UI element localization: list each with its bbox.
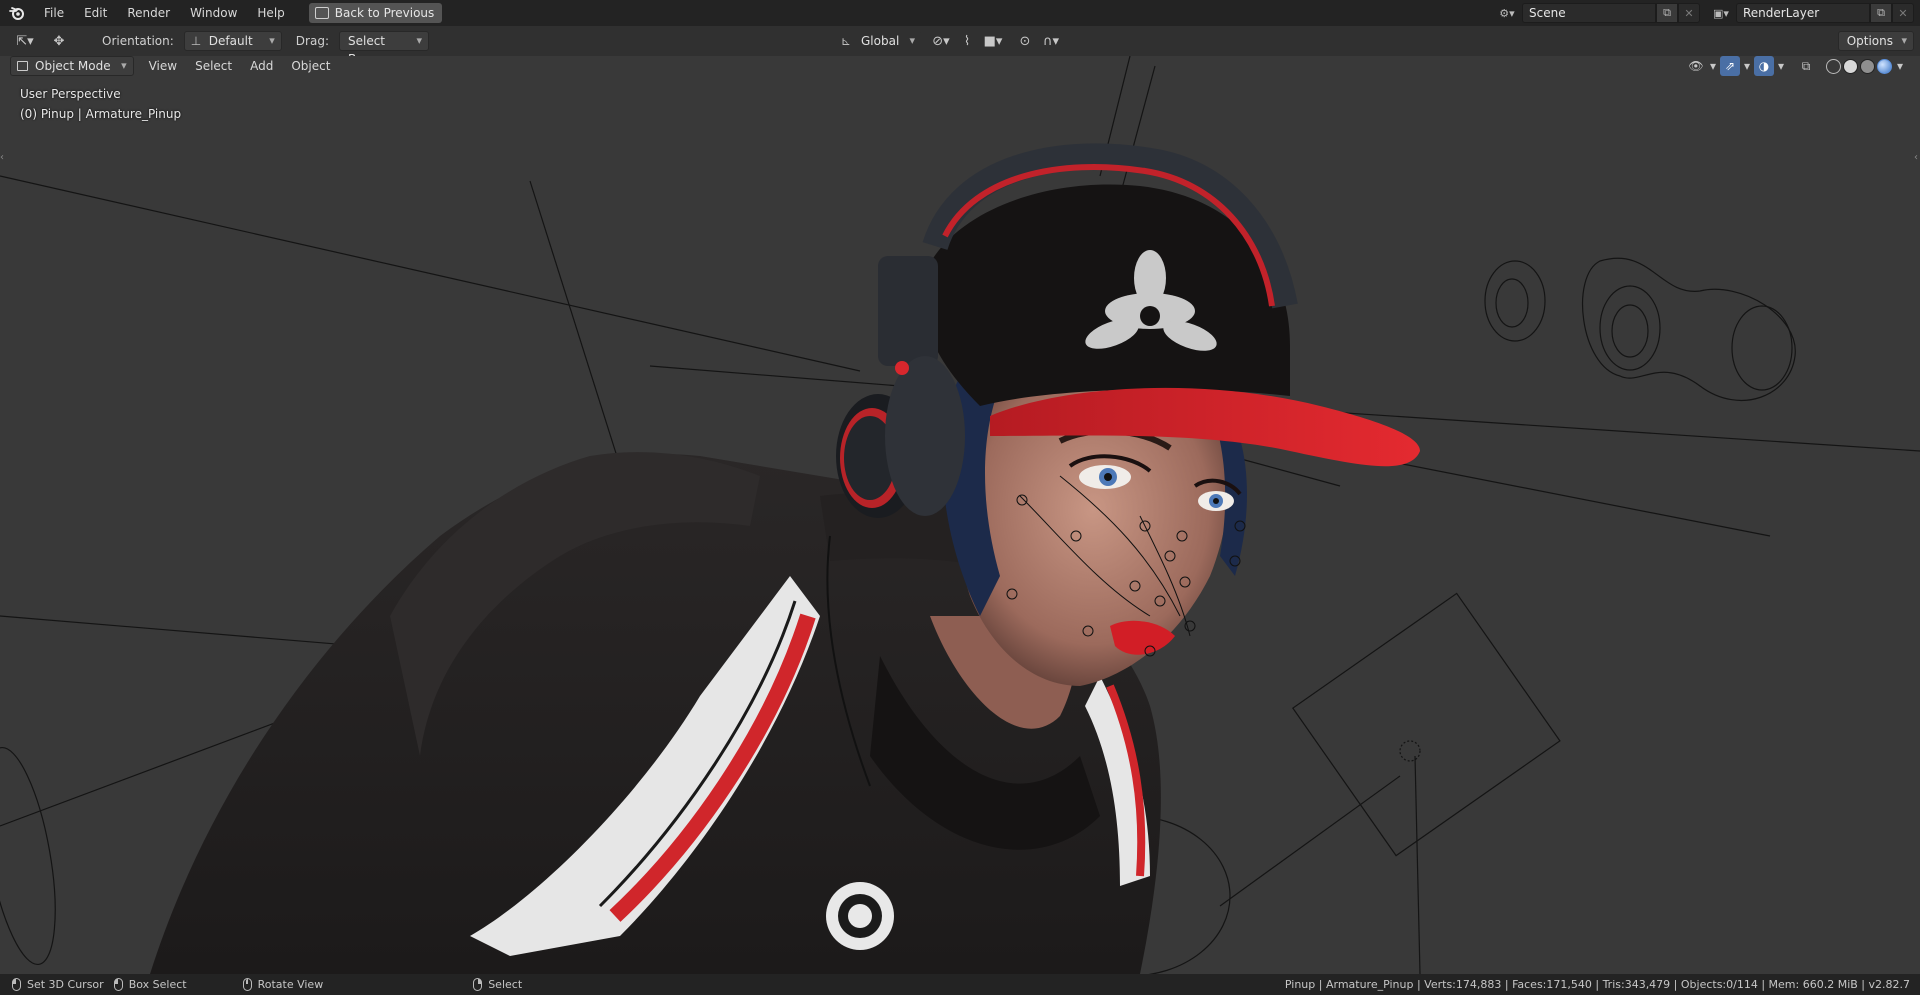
- menu-window[interactable]: Window: [180, 0, 247, 26]
- object-mode-icon: [17, 61, 28, 71]
- object-mode-value: Object Mode: [35, 59, 111, 73]
- falloff-icon[interactable]: ∩▾: [1038, 31, 1064, 51]
- transform-orientation-dropdown[interactable]: ⊾ Global: [836, 31, 922, 51]
- toolbar-expand-icon[interactable]: ‹: [0, 152, 4, 163]
- visibility-eye-icon[interactable]: 👁: [1686, 56, 1706, 76]
- viewport-display-controls: 👁 ▾ ⇗ ▾ ◑ ▾ ⧉ ▾: [1686, 56, 1906, 76]
- menu-edit[interactable]: Edit: [74, 0, 117, 26]
- render-layer-icon[interactable]: ▣▾: [1706, 3, 1736, 23]
- drag-dropdown[interactable]: Select Box: [338, 31, 429, 66]
- move-tool-icon[interactable]: ✥: [46, 31, 72, 51]
- shading-dropdown-icon[interactable]: ▾: [1894, 56, 1906, 76]
- back-to-previous-label: Back to Previous: [334, 6, 435, 20]
- gizmo-toggle-icon[interactable]: ⇗: [1720, 56, 1740, 76]
- orientation-value: Default: [208, 34, 253, 48]
- viewport-menu-view[interactable]: View: [140, 56, 186, 76]
- mouse-middle-icon: [242, 978, 252, 991]
- status-right-click: Select: [323, 978, 522, 991]
- global-axis-icon: ⊾: [841, 34, 852, 48]
- pivot-point-icon[interactable]: ⊘▾: [928, 31, 954, 51]
- tool-settings-header: ⇱▾ ✥ Orientation: ⊥ Default Drag: Select…: [0, 26, 1920, 66]
- scene-selector: ⚙▾ Scene ⧉ ✕: [1492, 3, 1700, 23]
- wireframe-shading-icon[interactable]: [1826, 58, 1841, 74]
- render-layer-name-field[interactable]: RenderLayer: [1736, 3, 1870, 23]
- drag-label: Drag:: [295, 34, 329, 48]
- menu-file[interactable]: File: [34, 0, 74, 26]
- mouse-drag-icon: [113, 978, 123, 991]
- orientation-label: Orientation:: [102, 34, 174, 48]
- object-mode-dropdown[interactable]: Object Mode: [10, 56, 134, 76]
- back-to-previous-button[interactable]: Back to Previous: [308, 3, 443, 23]
- screen-icon: [314, 7, 329, 19]
- status-drag: Box Select: [104, 978, 187, 991]
- character-cap: [920, 143, 1420, 467]
- solid-shading-icon[interactable]: [1843, 58, 1858, 74]
- mouse-left-icon: [12, 978, 21, 991]
- shading-mode-group: [1826, 58, 1892, 74]
- overlays-dropdown-icon[interactable]: ▾: [1776, 56, 1786, 76]
- orientation-dropdown[interactable]: ⊥ Default: [183, 31, 282, 51]
- 3d-viewport[interactable]: User Perspective (0) Pinup | Armature_Pi…: [0, 56, 1920, 974]
- viewport-menu-object[interactable]: Object: [282, 56, 339, 76]
- rendered-shading-icon[interactable]: [1877, 58, 1892, 74]
- mouse-right-icon: [473, 978, 483, 991]
- viewport-menu-add[interactable]: Add: [241, 56, 282, 76]
- top-menubar: File Edit Render Window Help Back to Pre…: [0, 0, 1920, 26]
- delete-scene-icon[interactable]: ✕: [1678, 3, 1700, 23]
- delete-render-layer-icon[interactable]: ✕: [1892, 3, 1914, 23]
- viewport-menu-select[interactable]: Select: [186, 56, 241, 76]
- status-middle-label: Rotate View: [257, 978, 324, 991]
- sidebar-expand-icon[interactable]: ‹: [1914, 152, 1918, 163]
- new-render-layer-icon[interactable]: ⧉: [1870, 3, 1892, 23]
- gizmo-dropdown-icon[interactable]: ▾: [1742, 56, 1752, 76]
- orientation-axis-icon: ⊥: [190, 34, 202, 48]
- menu-help[interactable]: Help: [247, 0, 294, 26]
- workspace-selectors: ⚙▾ Scene ⧉ ✕ ▣▾ RenderLayer ⧉ ✕: [1492, 0, 1920, 26]
- scene-name-field[interactable]: Scene: [1522, 3, 1656, 23]
- status-middle: Rotate View: [187, 978, 324, 991]
- status-bar: Set 3D Cursor Box Select Rotate View Sel…: [0, 974, 1920, 995]
- status-right-click-label: Select: [488, 978, 523, 991]
- proportional-edit-icon[interactable]: ⊙: [1012, 31, 1038, 51]
- transform-orientation-value: Global: [861, 34, 900, 48]
- active-object-label: (0) Pinup | Armature_Pinup: [20, 107, 182, 121]
- status-left-click: Set 3D Cursor: [0, 978, 104, 991]
- overlays-toggle-icon[interactable]: ◑: [1754, 56, 1774, 76]
- material-shading-icon[interactable]: [1860, 58, 1875, 74]
- status-drag-label: Box Select: [128, 978, 187, 991]
- options-dropdown[interactable]: Options: [1837, 31, 1914, 51]
- render-layer-selector: ▣▾ RenderLayer ⧉ ✕: [1706, 3, 1914, 23]
- viewport-scene: [0, 56, 1920, 974]
- menu-render[interactable]: Render: [117, 0, 180, 26]
- viewport-header: Object Mode View Select Add Object 👁 ▾ ⇗…: [0, 56, 1920, 76]
- scene-icon[interactable]: ⚙▾: [1492, 3, 1522, 23]
- status-left-click-label: Set 3D Cursor: [27, 978, 104, 991]
- tool-select-icon[interactable]: ⇱▾: [12, 31, 38, 51]
- blender-logo-icon[interactable]: [0, 0, 34, 26]
- xray-toggle-icon[interactable]: ⧉: [1796, 56, 1816, 76]
- scene-statistics: Pinup | Armature_Pinup | Verts:174,883 |…: [1284, 978, 1910, 991]
- visibility-dropdown-icon[interactable]: ▾: [1708, 56, 1718, 76]
- view-perspective-label: User Perspective: [20, 87, 121, 101]
- snap-icon[interactable]: ⌇: [954, 31, 980, 51]
- new-scene-icon[interactable]: ⧉: [1656, 3, 1678, 23]
- snap-target-icon[interactable]: ■▾: [980, 31, 1006, 51]
